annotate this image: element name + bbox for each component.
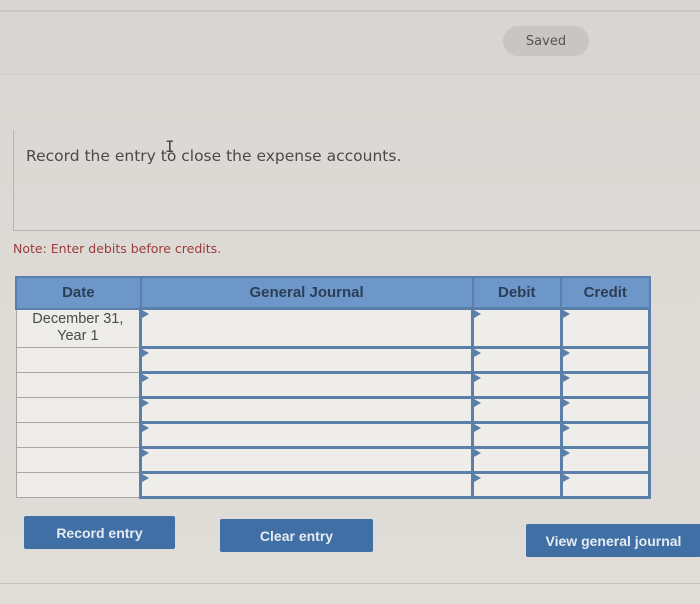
date-cell <box>15 347 142 373</box>
header-date: Date <box>15 276 142 310</box>
record-entry-button[interactable]: Record entry <box>24 516 175 549</box>
debit-input[interactable] <box>471 446 563 474</box>
date-cell <box>15 397 142 423</box>
account-input[interactable] <box>139 471 475 499</box>
note-text: Note: Enter debits before credits. <box>13 241 222 256</box>
account-input[interactable] <box>139 346 475 374</box>
credit-input[interactable] <box>559 421 651 449</box>
header-general-journal: General Journal <box>139 276 474 310</box>
account-input[interactable] <box>139 421 475 449</box>
credit-input[interactable] <box>559 446 651 474</box>
date-cell <box>15 422 142 448</box>
debit-input[interactable] <box>471 307 563 349</box>
account-input[interactable] <box>139 396 475 424</box>
general-journal-table: Date General Journal Debit Credit Decemb… <box>15 276 651 499</box>
credit-input[interactable] <box>559 471 651 499</box>
bottom-divider <box>0 583 700 584</box>
credit-input[interactable] <box>559 346 651 374</box>
table-row <box>15 396 651 424</box>
header-credit: Credit <box>560 276 651 310</box>
view-general-journal-button[interactable]: View general journal <box>526 524 700 557</box>
credit-input[interactable] <box>559 307 651 349</box>
account-input[interactable] <box>139 307 475 349</box>
clear-entry-button[interactable]: Clear entry <box>220 519 373 552</box>
credit-input[interactable] <box>559 371 651 399</box>
table-header-row: Date General Journal Debit Credit <box>15 276 651 310</box>
account-input[interactable] <box>139 446 475 474</box>
date-cell <box>15 472 142 498</box>
credit-input[interactable] <box>559 396 651 424</box>
header-band <box>0 12 700 75</box>
table-row <box>15 346 651 374</box>
debit-input[interactable] <box>471 396 563 424</box>
question-box <box>13 130 700 231</box>
debit-input[interactable] <box>471 346 563 374</box>
question-prompt: Record the entry to close the expense ac… <box>26 147 402 165</box>
date-cell: December 31, Year 1 <box>15 308 142 348</box>
table-row <box>15 371 651 399</box>
date-cell <box>15 447 142 473</box>
table-row: December 31, Year 1 <box>15 307 651 349</box>
saved-status-badge: Saved <box>503 26 589 56</box>
date-cell <box>15 372 142 398</box>
debit-input[interactable] <box>471 471 563 499</box>
table-row <box>15 471 651 499</box>
debit-input[interactable] <box>471 421 563 449</box>
table-row <box>15 446 651 474</box>
text-cursor-icon: I <box>165 137 175 156</box>
table-row <box>15 421 651 449</box>
header-debit: Debit <box>471 276 563 310</box>
debit-input[interactable] <box>471 371 563 399</box>
account-input[interactable] <box>139 371 475 399</box>
